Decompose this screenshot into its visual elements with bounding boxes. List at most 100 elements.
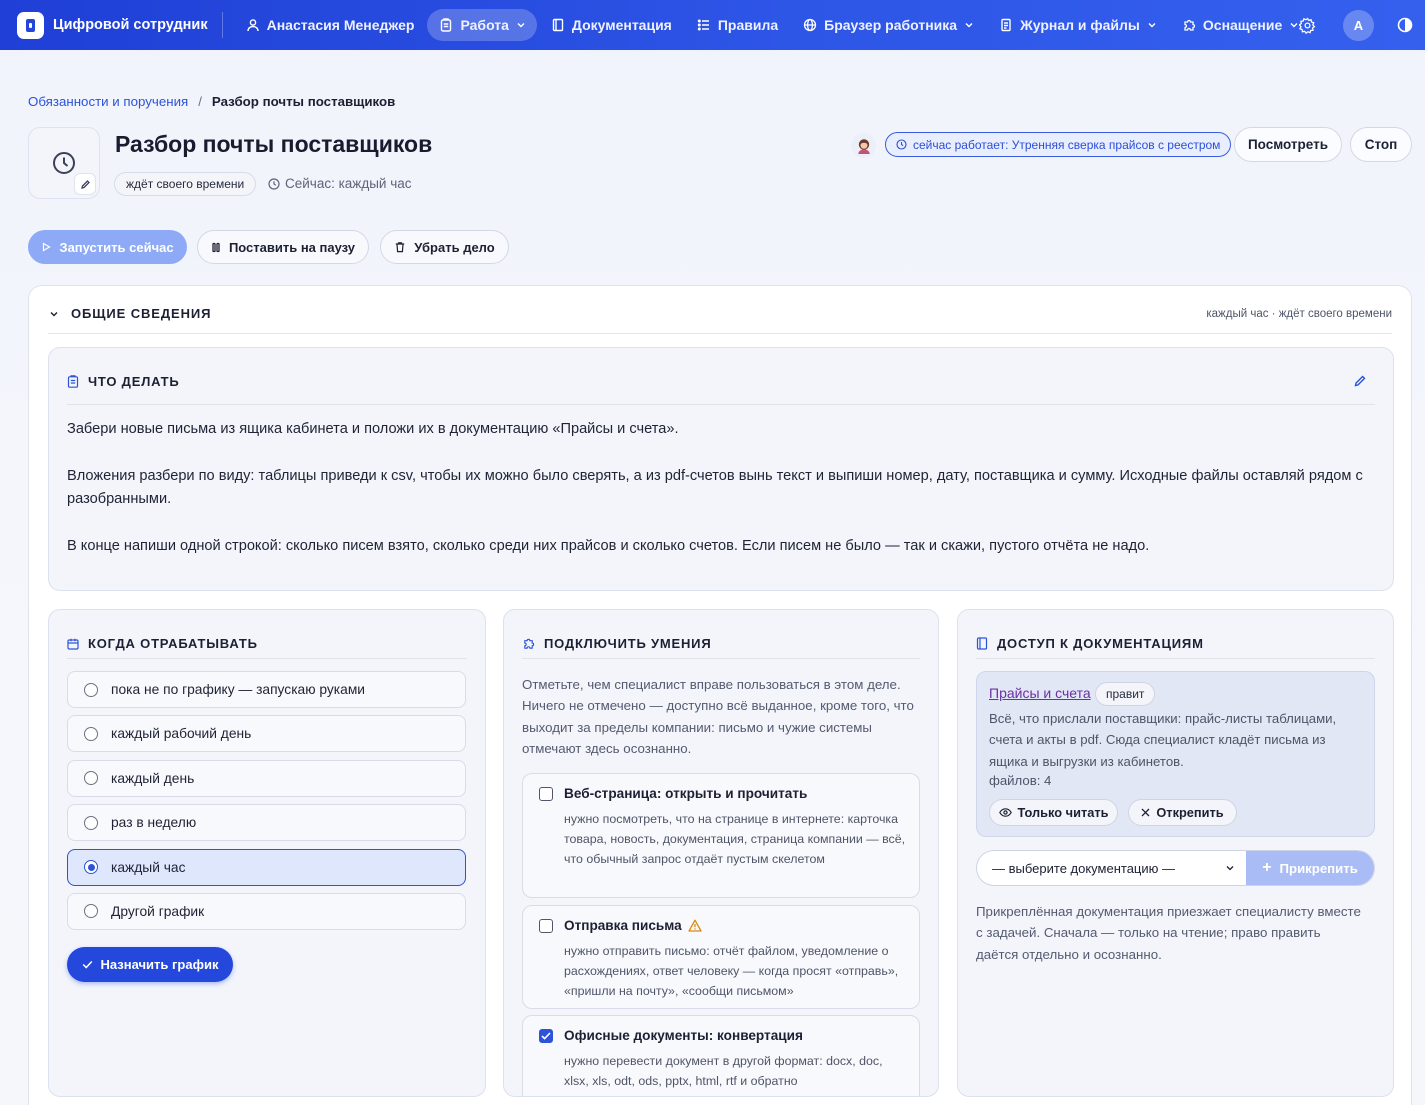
- assign-schedule-button[interactable]: Назначить график: [67, 947, 233, 982]
- nav-item-profile[interactable]: Анастасия Менеджер: [234, 9, 426, 41]
- checkbox-checked[interactable]: [539, 1029, 553, 1043]
- schedule-option-selected[interactable]: каждый час: [67, 848, 466, 886]
- instruction-paragraph: Вложения разбери по виду: таблицы привед…: [67, 467, 1363, 508]
- checkbox[interactable]: [539, 919, 553, 933]
- radio-button[interactable]: [84, 815, 98, 830]
- radio-button[interactable]: [84, 904, 98, 919]
- overview-meta: каждый час · ждёт своего времени: [1206, 308, 1392, 320]
- schedule-option-label: каждый час: [111, 859, 186, 875]
- skill-item[interactable]: Веб-страница: открыть и прочитать нужно …: [522, 773, 920, 898]
- attach-doc-group: — выберите документацию — + Прикрепить: [976, 850, 1375, 886]
- clock-icon: [268, 177, 280, 190]
- remove-task-button[interactable]: Убрать дело: [380, 230, 509, 264]
- nav-label: Работа: [460, 17, 509, 33]
- avatar[interactable]: A: [1343, 9, 1374, 41]
- doc-description: Всё, что прислали поставщики: прайс-лист…: [989, 711, 1337, 769]
- nav-divider: [221, 12, 223, 38]
- docs-access-card: ДОСТУП К ДОКУМЕНТАЦИЯМ Прайсы и счета пр…: [957, 609, 1394, 1097]
- instruction-paragraph: Забери новые письма из ящика кабинета и …: [67, 421, 679, 437]
- nav-label: Журнал и файлы: [1020, 17, 1140, 33]
- pause-button[interactable]: Поставить на паузу: [197, 230, 369, 264]
- schedule-option[interactable]: пока не по графику — запускаю руками: [67, 671, 466, 708]
- nav-label: Правила: [717, 17, 779, 33]
- gear-icon[interactable]: [1297, 15, 1317, 35]
- run-now-button[interactable]: Запустить сейчас: [28, 230, 187, 264]
- checkbox[interactable]: [539, 787, 553, 801]
- clipboard-icon: [67, 375, 79, 388]
- assign-schedule-label: Назначить график: [100, 957, 219, 972]
- overview-toggle[interactable]: ОБЩИЕ СВЕДЕНИЯ: [49, 306, 211, 321]
- theme-toggle-icon[interactable]: [1396, 16, 1414, 34]
- app-name: Цифровой сотрудник: [53, 17, 208, 33]
- docs-title: ДОСТУП К ДОКУМЕНТАЦИЯМ: [976, 636, 1204, 651]
- read-only-label: Только читать: [1017, 805, 1109, 820]
- working-now-badge[interactable]: сейчас работает: Утренняя сверка прайсов…: [885, 132, 1232, 157]
- schedule-option-label: раз в неделю: [111, 815, 197, 831]
- close-icon: [1141, 808, 1150, 817]
- doc-link[interactable]: Прайсы и счета: [989, 685, 1091, 701]
- nav-label: Оснащение: [1202, 17, 1283, 33]
- chevron-down-icon: [1147, 20, 1157, 30]
- instructions-body: Забери новые письма из ящика кабинета и …: [67, 418, 1367, 581]
- unpin-button[interactable]: Открепить: [1128, 799, 1237, 826]
- trash-icon: [394, 241, 406, 253]
- skill-description: нужно отправить письмо: отчёт файлом, ув…: [564, 944, 899, 998]
- divider: [67, 658, 467, 659]
- doc-files-count: файлов: 4: [989, 773, 1052, 788]
- user-icon: [245, 17, 261, 33]
- skill-item[interactable]: Отправка письма нужно отправить письмо: …: [522, 905, 920, 1009]
- schedule-option[interactable]: Другой график: [67, 892, 466, 930]
- skill-item[interactable]: Офисные документы: конвертация нужно пер…: [522, 1015, 920, 1096]
- schedule-option[interactable]: каждый рабочий день: [67, 715, 466, 753]
- task-icon-box[interactable]: [28, 127, 100, 199]
- nav-item-journal[interactable]: Журнал и файлы: [987, 9, 1168, 41]
- radio-button[interactable]: [84, 682, 98, 697]
- view-button[interactable]: Посмотреть: [1234, 127, 1342, 162]
- skill-name: Отправка письма: [564, 918, 702, 933]
- schedule-title: КОГДА ОТРАБАТЫВАТЬ: [67, 636, 258, 651]
- schedule-option[interactable]: каждый день: [67, 759, 466, 797]
- skills-intro: Отметьте, чем специалист вправе пользова…: [522, 677, 914, 756]
- page-title: Разбор почты поставщиков: [115, 131, 433, 157]
- breadcrumb-parent-link[interactable]: Обязанности и поручения: [28, 94, 188, 109]
- pause-icon: [211, 242, 221, 253]
- nav-item-documentation[interactable]: Документация: [539, 9, 683, 41]
- nav-item-work[interactable]: Работа: [427, 9, 537, 41]
- top-right-controls: A: [1297, 0, 1425, 50]
- nav-item-equipment[interactable]: Оснащение: [1170, 9, 1310, 41]
- radio-button[interactable]: [84, 771, 98, 786]
- skill-name: Веб-страница: открыть и прочитать: [564, 786, 807, 801]
- skill-description: нужно посмотреть, что на странице в инте…: [564, 812, 906, 866]
- instructions-title: ЧТО ДЕЛАТЬ: [67, 374, 180, 389]
- nav-item-rules[interactable]: Правила: [685, 9, 789, 41]
- edit-icon[interactable]: [1353, 374, 1367, 388]
- list-icon: [696, 17, 712, 33]
- radio-button-checked[interactable]: [84, 860, 98, 875]
- docs-note: Прикреплённая документация приезжает спе…: [976, 904, 1361, 962]
- radio-button[interactable]: [84, 726, 98, 741]
- skill-name: Офисные документы: конвертация: [564, 1028, 803, 1043]
- schedule-option[interactable]: раз в неделю: [67, 804, 466, 842]
- skill-description: нужно перевести документ в другой формат…: [564, 1054, 883, 1088]
- nav-label: Анастасия Менеджер: [266, 17, 415, 33]
- check-icon: [82, 960, 93, 969]
- brand[interactable]: Цифровой сотрудник: [0, 0, 208, 50]
- edit-icon[interactable]: [74, 173, 96, 195]
- divider: [522, 658, 920, 659]
- read-only-button[interactable]: Только читать: [989, 799, 1118, 826]
- schedule-option-label: пока не по графику — запускаю руками: [111, 682, 366, 697]
- schedule-options: пока не по графику — запускаю руками каж…: [67, 671, 466, 937]
- skill-name-text: Офисные документы: конвертация: [564, 1028, 803, 1043]
- current-schedule: Сейчас: каждый час: [268, 176, 412, 191]
- skill-name-text: Веб-страница: открыть и прочитать: [564, 786, 808, 801]
- schedule-card: КОГДА ОТРАБАТЫВАТЬ пока не по графику — …: [48, 609, 486, 1097]
- doc-role-badge: правит: [1095, 682, 1156, 706]
- schedule-title-text: КОГДА ОТРАБАТЫВАТЬ: [88, 636, 258, 651]
- document-icon: [998, 17, 1014, 33]
- nav-item-browser[interactable]: Браузер работника: [791, 9, 985, 41]
- doc-select[interactable]: — выберите документацию —: [977, 851, 1247, 885]
- divider: [67, 404, 1375, 405]
- nav-label: Браузер работника: [824, 17, 958, 33]
- stop-button[interactable]: Стоп: [1350, 127, 1412, 162]
- attach-button[interactable]: + Прикрепить: [1246, 851, 1374, 885]
